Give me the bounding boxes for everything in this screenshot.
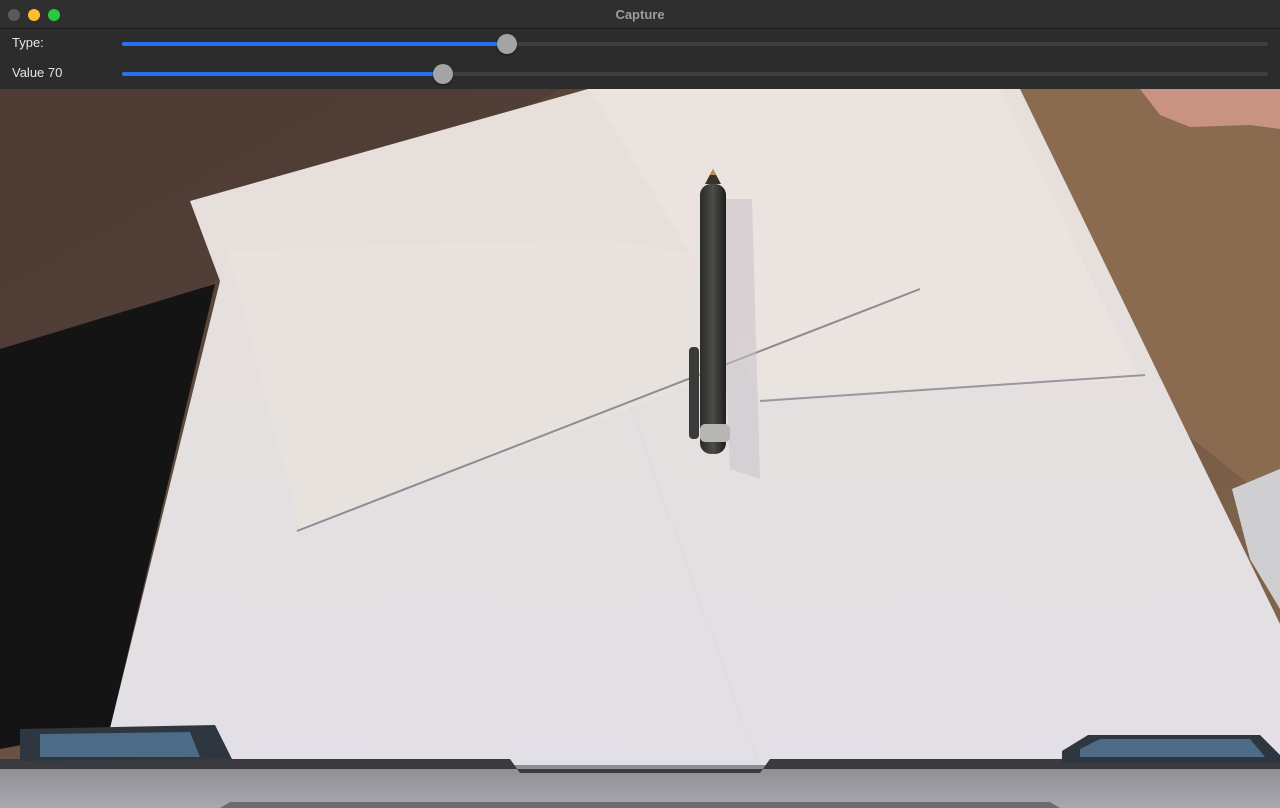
type-slider[interactable] — [122, 34, 1268, 54]
camera-image — [0, 89, 1280, 808]
type-slider-label: Type: — [12, 35, 44, 50]
value-slider-row: Value 70 — [0, 59, 1280, 89]
value-slider-label: Value 70 — [12, 65, 63, 80]
type-slider-fill — [122, 42, 508, 46]
window-title: Capture — [615, 7, 665, 22]
capture-window: Capture Type: Value 70 — [0, 0, 1280, 808]
value-slider-knob[interactable] — [432, 64, 453, 84]
type-slider-row: Type: — [0, 29, 1280, 59]
value-slider-fill — [122, 72, 443, 76]
title-bar[interactable]: Capture — [0, 0, 1280, 29]
trackbar-panel: Type: Value 70 — [0, 29, 1280, 89]
type-slider-knob[interactable] — [497, 34, 518, 54]
camera-feed — [0, 89, 1280, 808]
value-slider[interactable] — [122, 64, 1268, 84]
